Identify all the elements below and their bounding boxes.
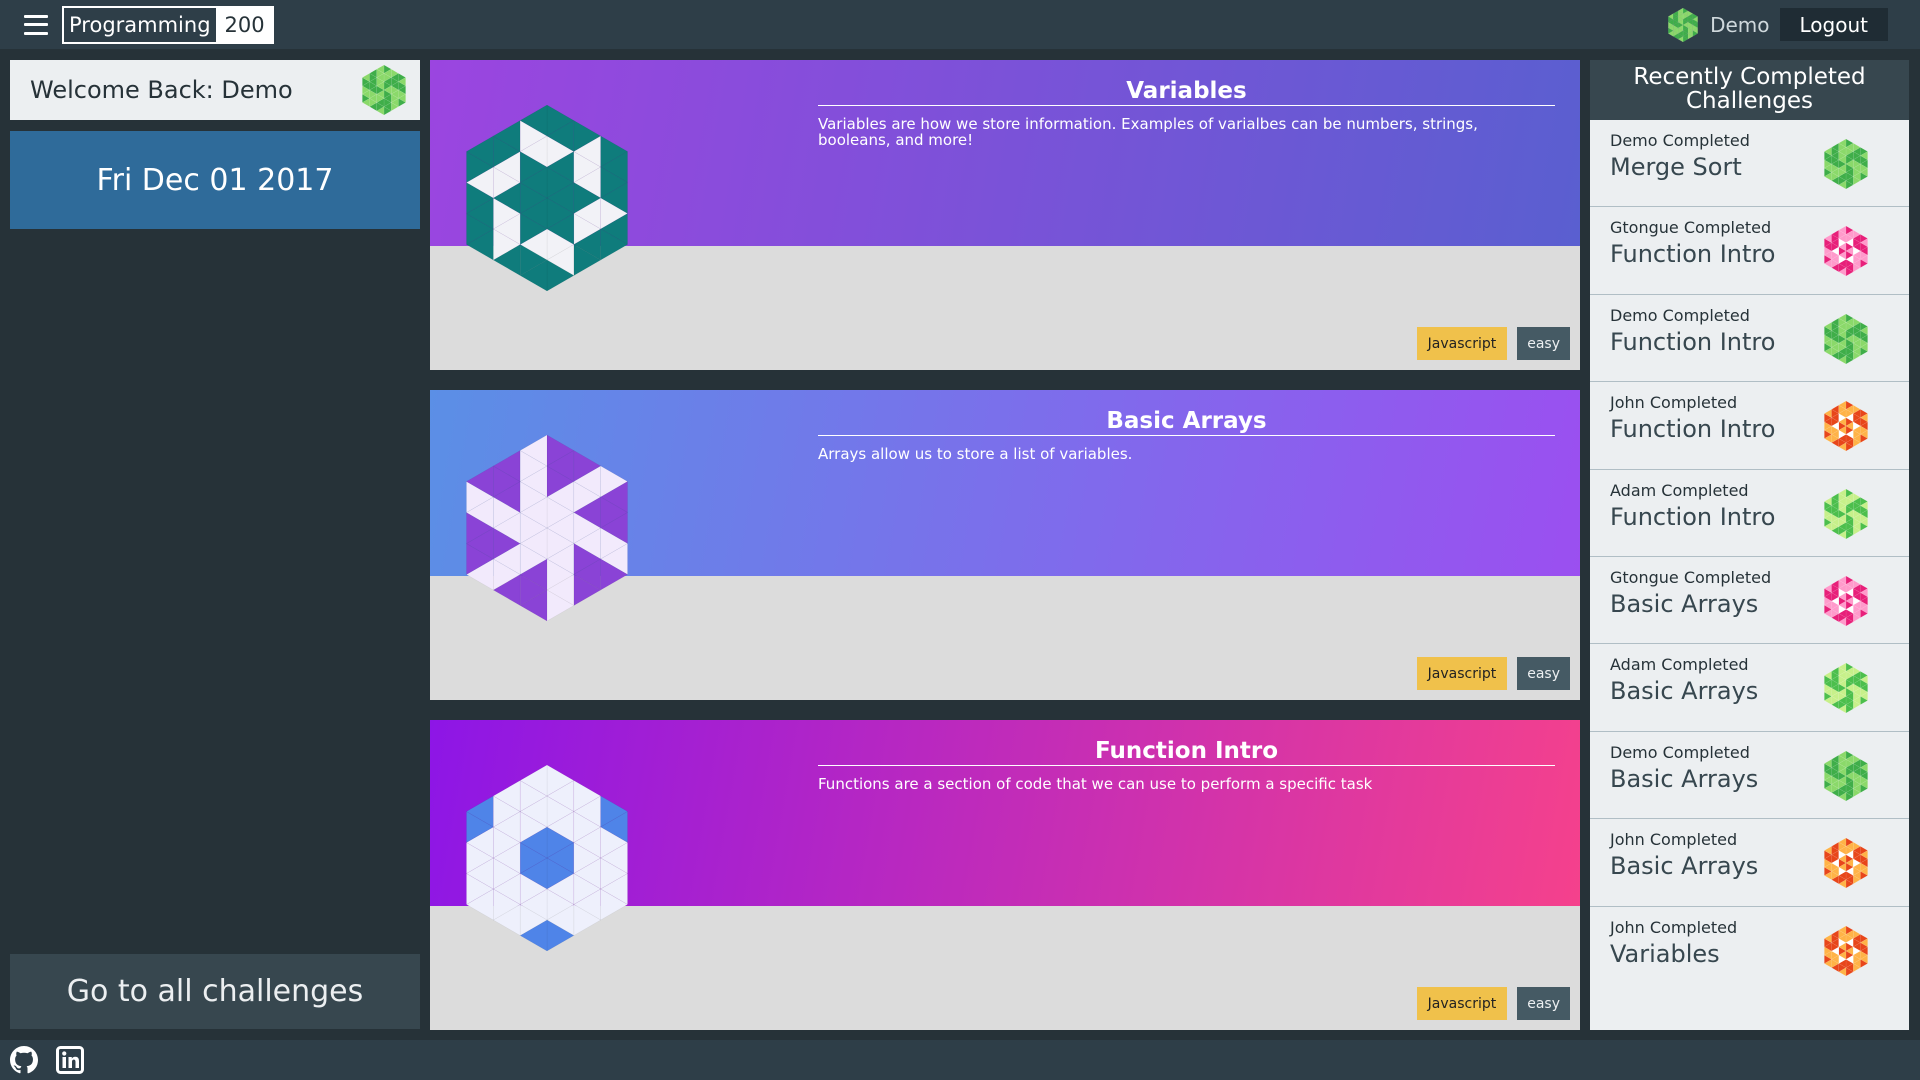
card-title: Basic Arrays	[818, 408, 1555, 436]
challenge-card-variables[interactable]: Variables Variables are how we store inf…	[430, 60, 1580, 370]
list-item[interactable]: John Completed Variables	[1590, 907, 1909, 994]
recent-user: Demo Completed	[1610, 742, 1750, 762]
recent-challenge: Basic Arrays	[1610, 852, 1759, 881]
card-description: Variables are how we store information. …	[818, 115, 1478, 149]
github-icon[interactable]	[10, 1046, 38, 1074]
recent-challenge: Function Intro	[1610, 327, 1776, 356]
recent-challenge: Basic Arrays	[1610, 677, 1759, 706]
recent-challenge: Basic Arrays	[1610, 764, 1759, 793]
logout-button[interactable]: Logout	[1779, 8, 1888, 41]
user-avatar-icon	[1824, 838, 1868, 889]
recent-user: Adam Completed	[1610, 655, 1749, 675]
card-description: Functions are a section of code that we …	[818, 775, 1373, 793]
card-text: Basic Arrays Arrays allow us to store a …	[818, 408, 1555, 462]
top-bar: Programming 200 Demo Logout	[0, 0, 1920, 49]
linkedin-icon[interactable]	[56, 1046, 84, 1074]
recent-user: Adam Completed	[1610, 480, 1749, 500]
recent-completions-panel: Recently Completed Challenges Demo Compl…	[1590, 60, 1909, 1030]
list-item[interactable]: Gtongue Completed Basic Arrays	[1590, 557, 1909, 645]
user-avatar-icon	[1824, 488, 1868, 539]
recent-challenge: Variables	[1610, 939, 1720, 968]
card-title: Function Intro	[818, 738, 1555, 766]
user-area: Demo Logout	[1666, 0, 1888, 49]
list-item[interactable]: Demo Completed Function Intro	[1590, 295, 1909, 383]
difficulty-tag[interactable]: easy	[1517, 657, 1570, 690]
language-tag[interactable]: Javascript	[1416, 987, 1508, 1020]
date-card: Fri Dec 01 2017	[10, 131, 420, 229]
list-item[interactable]: John Completed Basic Arrays	[1590, 819, 1909, 907]
recent-user: Gtongue Completed	[1610, 567, 1772, 587]
welcome-card: Welcome Back: Demo	[10, 60, 420, 120]
all-challenges-button[interactable]: Go to all challenges	[10, 954, 420, 1029]
user-avatar-icon	[1824, 401, 1868, 452]
list-item[interactable]: John Completed Function Intro	[1590, 382, 1909, 470]
card-description: Arrays allow us to store a list of varia…	[818, 445, 1133, 463]
brand-name: Programming	[69, 12, 211, 37]
language-tag[interactable]: Javascript	[1416, 327, 1508, 360]
list-item[interactable]: Demo Completed Basic Arrays	[1590, 732, 1909, 820]
variables-challenge-icon	[466, 105, 628, 291]
basic-arrays-challenge-icon	[466, 435, 628, 621]
challenge-card-function-intro[interactable]: Function Intro Functions are a section o…	[430, 720, 1580, 1030]
list-item[interactable]: Adam Completed Basic Arrays	[1590, 644, 1909, 732]
welcome-avatar-icon	[362, 65, 406, 115]
recent-user: Demo Completed	[1610, 131, 1750, 150]
user-avatar-icon[interactable]	[1666, 7, 1700, 42]
recent-challenge: Basic Arrays	[1610, 589, 1759, 618]
list-item[interactable]: Gtongue Completed Function Intro	[1590, 207, 1909, 295]
recent-user: John Completed	[1610, 830, 1738, 850]
recent-challenge: Function Intro	[1610, 240, 1776, 269]
difficulty-tag[interactable]: easy	[1517, 987, 1570, 1020]
welcome-text: Welcome Back: Demo	[30, 76, 293, 104]
footer	[0, 1040, 1920, 1080]
card-tags: Javascript easy	[1416, 657, 1570, 690]
recent-user: Demo Completed	[1610, 305, 1750, 325]
list-item[interactable]: Demo Completed Merge Sort	[1590, 120, 1909, 208]
brand-score: 200	[215, 7, 272, 42]
difficulty-tag[interactable]: easy	[1517, 327, 1570, 360]
card-text: Function Intro Functions are a section o…	[818, 738, 1555, 792]
recent-challenge: Merge Sort	[1610, 153, 1742, 181]
recent-heading: Recently Completed Challenges	[1590, 60, 1909, 120]
card-text: Variables Variables are how we store inf…	[818, 78, 1555, 148]
user-avatar-icon	[1824, 750, 1868, 801]
recent-challenge: Function Intro	[1610, 502, 1776, 531]
user-avatar-icon	[1824, 575, 1868, 626]
card-tags: Javascript easy	[1416, 327, 1570, 360]
recent-user: John Completed	[1610, 393, 1738, 413]
user-avatar-icon	[1824, 313, 1868, 364]
list-item[interactable]: Adam Completed Function Intro	[1590, 470, 1909, 557]
user-avatar-icon	[1824, 139, 1868, 189]
card-title: Variables	[818, 78, 1555, 106]
challenge-card-basic-arrays[interactable]: Basic Arrays Arrays allow us to store a …	[430, 390, 1580, 700]
recent-challenge: Function Intro	[1610, 415, 1776, 444]
menu-icon[interactable]	[24, 14, 48, 35]
language-tag[interactable]: Javascript	[1416, 657, 1508, 690]
user-avatar-icon	[1824, 925, 1868, 976]
brand-badge[interactable]: Programming 200	[62, 5, 274, 44]
user-avatar-icon	[1824, 663, 1868, 714]
card-tags: Javascript easy	[1416, 987, 1570, 1020]
function-intro-challenge-icon	[466, 765, 628, 951]
recent-user: John Completed	[1610, 917, 1738, 937]
user-name[interactable]: Demo	[1710, 13, 1769, 37]
recent-user: Gtongue Completed	[1610, 218, 1772, 238]
user-avatar-icon	[1824, 226, 1868, 277]
